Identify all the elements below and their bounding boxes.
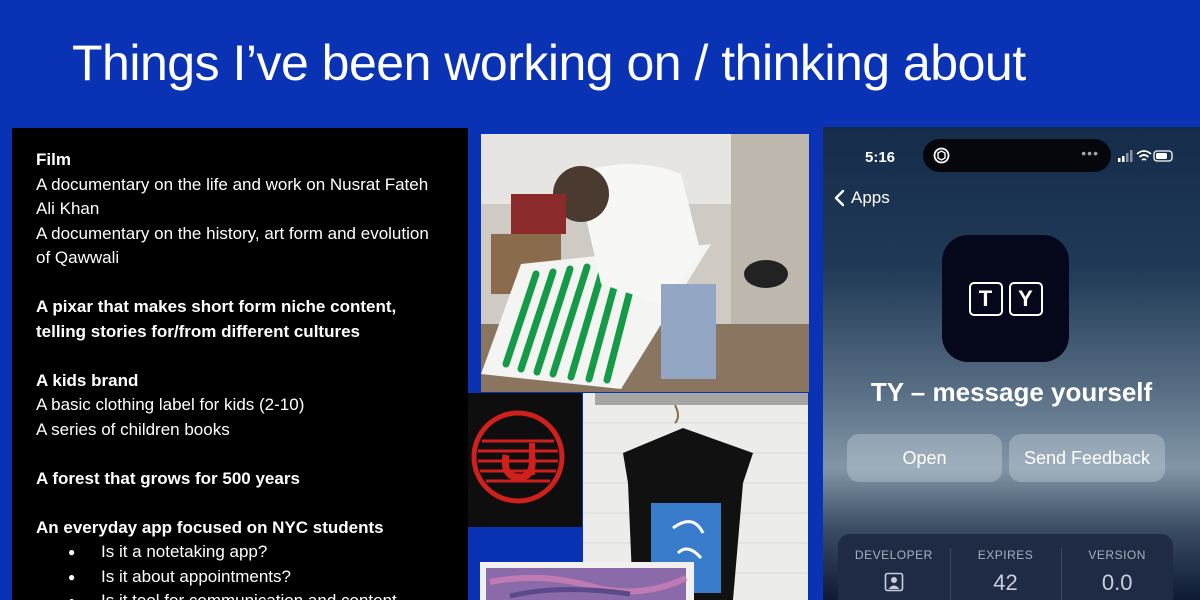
more-icon: ••• [1081, 145, 1099, 161]
back-label: Apps [851, 188, 890, 207]
phone-screenshot: 5:16 ••• Apps T Y TY – message yourself … [823, 127, 1200, 600]
kids-item: A basic clothing label for kids (2-10) [36, 395, 305, 414]
app-name: TY – message yourself [870, 377, 1153, 407]
kids-heading: A kids brand [36, 370, 139, 390]
film-item: A documentary on the life and work on Nu… [36, 174, 429, 219]
send-feedback-button[interactable]: Send Feedback [1009, 434, 1165, 482]
film-item: A documentary on the history, art form a… [36, 223, 429, 268]
version-label: VERSION [1088, 548, 1146, 562]
kids-item: A series of children books [36, 419, 230, 439]
status-icons [1118, 150, 1173, 162]
expires-value: 42 [993, 570, 1018, 595]
film-heading: Film [36, 150, 71, 169]
dynamic-island: ••• [923, 139, 1111, 172]
forest-heading: A forest that grows for 500 years [36, 468, 300, 488]
pixar-heading: A pixar that makes short form niche cont… [36, 297, 397, 341]
status-time: 5:16 [865, 149, 896, 166]
developer-column: DEVELOPER [838, 534, 950, 600]
developer-label: DEVELOPER [854, 548, 933, 562]
developer-icon [884, 572, 904, 592]
list-item: Is it tool for communication and content [68, 589, 444, 600]
app-icon: T Y [942, 235, 1069, 362]
painting-photo [481, 134, 809, 392]
app-info-card: DEVELOPER EXPIRES 42 VERSION 0.0 [838, 534, 1173, 600]
icon-letter-t: T [968, 281, 1003, 316]
back-button[interactable]: Apps [831, 185, 890, 211]
text-panel: Film A documentary on the life and work … [12, 128, 468, 600]
version-column: VERSION 0.0 [1061, 534, 1173, 600]
list-item: Is it about appointments? [68, 565, 444, 590]
expires-column: EXPIRES 42 [949, 534, 1062, 600]
slide-title: Things I’ve been working on / thinking a… [72, 35, 1026, 91]
open-button[interactable]: Open [847, 434, 1002, 482]
expires-label: EXPIRES [977, 548, 1034, 562]
logo-photo [468, 393, 582, 527]
openai-icon [933, 147, 950, 164]
app-questions-list: Is it a notetaking app? Is it about appo… [36, 540, 444, 600]
list-item: Is it a notetaking app? [68, 540, 444, 565]
icon-letter-y: Y [1008, 281, 1043, 316]
canvas-photo [480, 562, 694, 600]
chevron-left-icon [834, 189, 845, 207]
app-heading: An everyday app focused on NYC students [36, 517, 384, 537]
version-value: 0.0 [1101, 570, 1133, 595]
